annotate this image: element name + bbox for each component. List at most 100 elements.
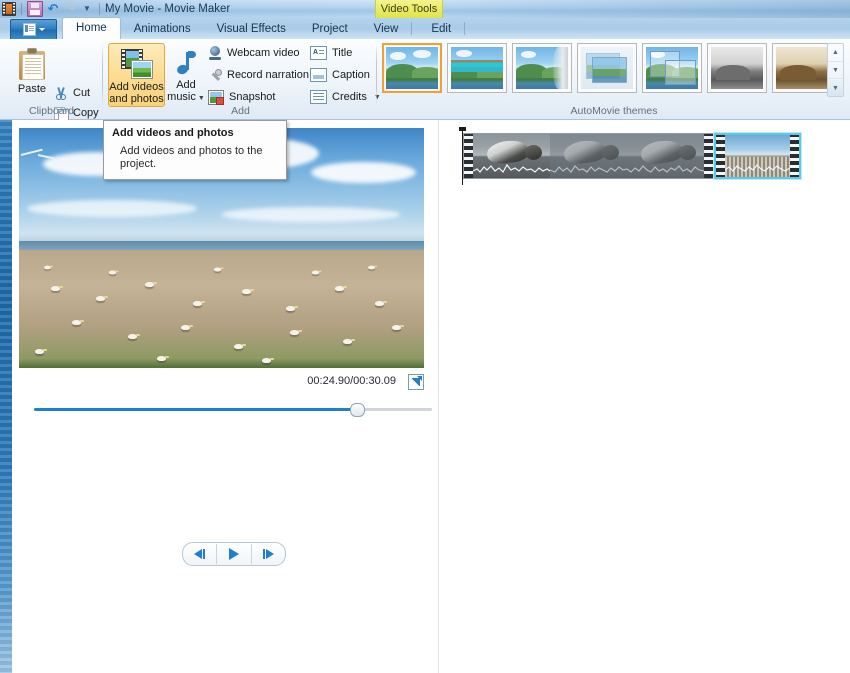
webcam-video-button[interactable]: Webcam video xyxy=(208,43,323,63)
ribbon-tabs: Home Animations Visual Effects Project V… xyxy=(62,17,466,39)
clipboard-group-label: Clipboard xyxy=(29,105,74,117)
theme-thumbnail xyxy=(711,47,763,89)
ribbon-tab-strip: Home Animations Visual Effects Project V… xyxy=(0,17,850,40)
title-button[interactable]: A Title xyxy=(310,43,381,63)
theme-black-and-white[interactable] xyxy=(707,43,767,93)
tab-home[interactable]: Home xyxy=(62,17,121,39)
seek-slider[interactable] xyxy=(34,403,432,417)
qat-divider-2 xyxy=(99,3,100,15)
theme-sepia[interactable] xyxy=(772,43,832,93)
audio-waveform xyxy=(725,164,790,172)
redo-arrow-icon[interactable]: ↷ xyxy=(63,2,77,16)
movie-maker-window: ↶ ↷ ▼ My Movie - Movie Maker Video Tools… xyxy=(0,0,850,673)
credits-button[interactable]: Credits ▼ xyxy=(310,87,381,107)
gallery-scroll-down-button[interactable]: ▼ xyxy=(828,61,843,79)
add-column-left: Webcam video Record narration ▼ Snapshot xyxy=(208,43,323,107)
previous-frame-icon xyxy=(194,549,203,559)
ribbon-group-automovie-themes: ▲ ▼ ▼ AutoMovie themes xyxy=(378,39,850,119)
caption-button[interactable]: Caption xyxy=(310,65,381,85)
automovie-themes-group-label: AutoMovie themes xyxy=(570,105,658,117)
film-strip-icon xyxy=(2,2,16,16)
tab-project[interactable]: Project xyxy=(299,19,361,39)
tab-animations[interactable]: Animations xyxy=(121,19,204,39)
window-title: My Movie - Movie Maker xyxy=(105,3,231,15)
timecode-display: 00:24.90/00:30.09 xyxy=(307,375,396,387)
webcam-icon xyxy=(208,46,222,60)
storyboard-pane[interactable] xyxy=(439,120,850,673)
theme-thumbnail xyxy=(776,47,828,89)
clip-seals[interactable] xyxy=(463,133,714,179)
contextual-tool-label: Video Tools xyxy=(375,0,443,18)
tooltip-body: Add videos and photos to the project. xyxy=(120,145,263,170)
file-menu-icon xyxy=(22,23,36,36)
film-sprocket-right xyxy=(704,134,713,178)
seek-slider-fill xyxy=(34,408,357,411)
chevron-down-icon[interactable]: ▼ xyxy=(80,2,94,16)
audio-waveform xyxy=(473,163,550,173)
undo-arrow-icon[interactable]: ↶ xyxy=(46,2,60,16)
gallery-scroll-up-button[interactable]: ▲ xyxy=(828,44,843,60)
theme-fade[interactable] xyxy=(577,43,637,93)
quick-access-toolbar: ↶ ↷ ▼ xyxy=(2,1,102,17)
film-sprocket-right xyxy=(790,135,799,177)
tab-visual-effects[interactable]: Visual Effects xyxy=(204,19,299,39)
theme-contemporary[interactable] xyxy=(447,43,507,93)
gallery-more-button[interactable]: ▼ xyxy=(828,80,843,96)
theme-pan-and-zoom[interactable] xyxy=(642,43,702,93)
automovie-theme-gallery xyxy=(382,43,832,93)
clip-frame xyxy=(627,134,704,178)
chevron-down-icon xyxy=(38,28,45,31)
cut-label: Cut xyxy=(73,87,91,99)
snapshot-icon xyxy=(208,89,224,105)
preview-status-row: 00:24.90/00:30.09 xyxy=(12,372,438,392)
theme-cinematic[interactable] xyxy=(512,43,572,93)
record-narration-button[interactable]: Record narration ▼ xyxy=(208,65,323,85)
title-text-icon: A xyxy=(310,46,327,60)
add-videos-and-photos-button[interactable]: Add videos and photos xyxy=(108,43,165,107)
tab-view[interactable]: View xyxy=(361,19,412,39)
film-sprocket-left xyxy=(464,134,473,178)
tooltip: Add videos and photos Add videos and pho… xyxy=(103,120,287,180)
chevron-down-icon: ▼ xyxy=(197,95,205,102)
snapshot-label: Snapshot xyxy=(229,91,276,103)
tab-separator-2 xyxy=(464,22,466,35)
ribbon: Paste Cut Copy Clipboard Add videos and xyxy=(0,39,850,122)
clip-frame xyxy=(473,134,550,178)
caption-label: Caption xyxy=(332,69,370,81)
playhead[interactable] xyxy=(459,127,466,185)
sea-horizon xyxy=(19,240,424,251)
next-frame-icon xyxy=(265,549,274,559)
cut-button[interactable]: Cut xyxy=(54,83,90,103)
tooltip-title: Add videos and photos xyxy=(112,127,234,139)
add-column-right: A Title Caption Credits ▼ xyxy=(310,43,381,107)
fullscreen-icon[interactable] xyxy=(408,374,424,390)
paste-button[interactable]: Paste xyxy=(11,45,53,109)
floppy-disk-icon[interactable] xyxy=(27,1,43,17)
previous-frame-button[interactable] xyxy=(183,544,216,564)
snapshot-button[interactable]: Snapshot xyxy=(208,87,323,107)
caption-text-icon xyxy=(310,68,327,82)
ribbon-group-clipboard: Paste Cut Copy Clipboard xyxy=(0,39,103,122)
scissors-icon xyxy=(54,86,68,100)
record-narration-label: Record narration xyxy=(227,69,309,81)
tab-separator xyxy=(411,22,413,35)
theme-thumbnail xyxy=(386,47,438,89)
file-menu-button[interactable] xyxy=(10,19,57,40)
clip-gannets[interactable] xyxy=(714,133,801,179)
ribbon-group-add: Add videos and photos Add music ▼ Webcam … xyxy=(104,39,381,119)
play-button[interactable] xyxy=(216,544,250,564)
audio-waveform xyxy=(550,165,627,173)
storyboard-track xyxy=(459,127,801,185)
tab-edit[interactable]: Edit xyxy=(418,19,464,39)
title-bar: ↶ ↷ ▼ My Movie - Movie Maker Video Tools xyxy=(0,0,850,18)
clip-frame xyxy=(550,134,627,178)
film-sprocket-left xyxy=(716,135,725,177)
theme-thumbnail xyxy=(581,47,633,89)
next-frame-button[interactable] xyxy=(250,544,285,564)
gallery-scrollbar[interactable]: ▲ ▼ ▼ xyxy=(827,43,844,97)
add-music-button[interactable]: Add music ▼ xyxy=(166,43,206,105)
title-label: Title xyxy=(332,47,353,59)
seek-slider-thumb[interactable] xyxy=(350,403,366,417)
theme-no-theme[interactable] xyxy=(382,43,442,93)
flying-bird xyxy=(21,150,59,160)
